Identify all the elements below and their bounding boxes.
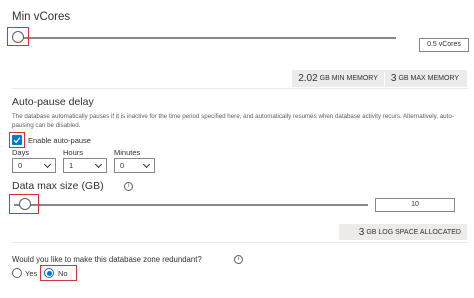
max-memory-label: GB MAX MEMORY	[398, 75, 459, 82]
chevron-down-icon	[142, 160, 151, 168]
autopause-description: The database automatically pauses if it …	[12, 113, 454, 129]
min-memory-label: GB MIN MEMORY	[319, 75, 378, 82]
yes-label: Yes	[25, 269, 38, 278]
vcores-value-box[interactable]: 0.5 vCores	[419, 38, 469, 52]
hours-value: 1	[69, 161, 74, 170]
zone-redundant-yes-radio[interactable]	[12, 268, 22, 278]
hours-select[interactable]: 1	[63, 158, 107, 173]
no-label: No	[58, 269, 68, 278]
datasize-slider-track[interactable]	[14, 204, 368, 206]
memory-info-bar: 2.02 GB MIN MEMORY 3 GB MAX MEMORY	[292, 70, 467, 87]
chevron-down-icon	[94, 160, 103, 168]
info-icon[interactable]: i	[124, 182, 133, 191]
enable-autopause-label: Enable auto-pause	[28, 136, 91, 145]
days-label: Days	[12, 148, 30, 157]
checkmark-icon	[13, 137, 21, 144]
min-memory-value: 2.02	[298, 73, 318, 84]
data-max-size-title: Data max size (GB)	[12, 180, 104, 192]
datasize-value-box[interactable]: 10	[375, 198, 455, 212]
enable-autopause-checkbox[interactable]	[12, 135, 22, 145]
memory-separator	[383, 71, 385, 86]
minutes-select[interactable]: 0	[114, 158, 155, 173]
zone-redundant-no-radio[interactable]	[44, 268, 54, 278]
log-space-info-bar: 3 GB LOG SPACE ALLOCATED	[339, 224, 467, 240]
log-space-label: GB LOG SPACE ALLOCATED	[366, 228, 461, 236]
zone-redundant-question: Would you like to make this database zon…	[12, 255, 202, 264]
divider	[12, 242, 468, 243]
days-value: 0	[18, 161, 23, 170]
minutes-label: Minutes	[114, 148, 141, 157]
chevron-down-icon	[43, 160, 52, 168]
max-memory-value: 3	[390, 73, 397, 84]
hours-label: Hours	[63, 148, 84, 157]
autopause-title: Auto-pause delay	[12, 96, 94, 108]
vcores-slider-track[interactable]	[14, 37, 396, 39]
divider	[12, 88, 468, 89]
datasize-slider-thumb[interactable]	[19, 198, 31, 210]
info-icon[interactable]: i	[234, 255, 243, 264]
radio-selected-dot	[46, 270, 52, 276]
minutes-value: 0	[120, 161, 125, 170]
days-select[interactable]: 0	[12, 158, 56, 173]
vcores-slider-thumb[interactable]	[12, 31, 24, 43]
min-vcores-title: Min vCores	[12, 11, 71, 23]
log-space-value: 3	[358, 226, 365, 238]
